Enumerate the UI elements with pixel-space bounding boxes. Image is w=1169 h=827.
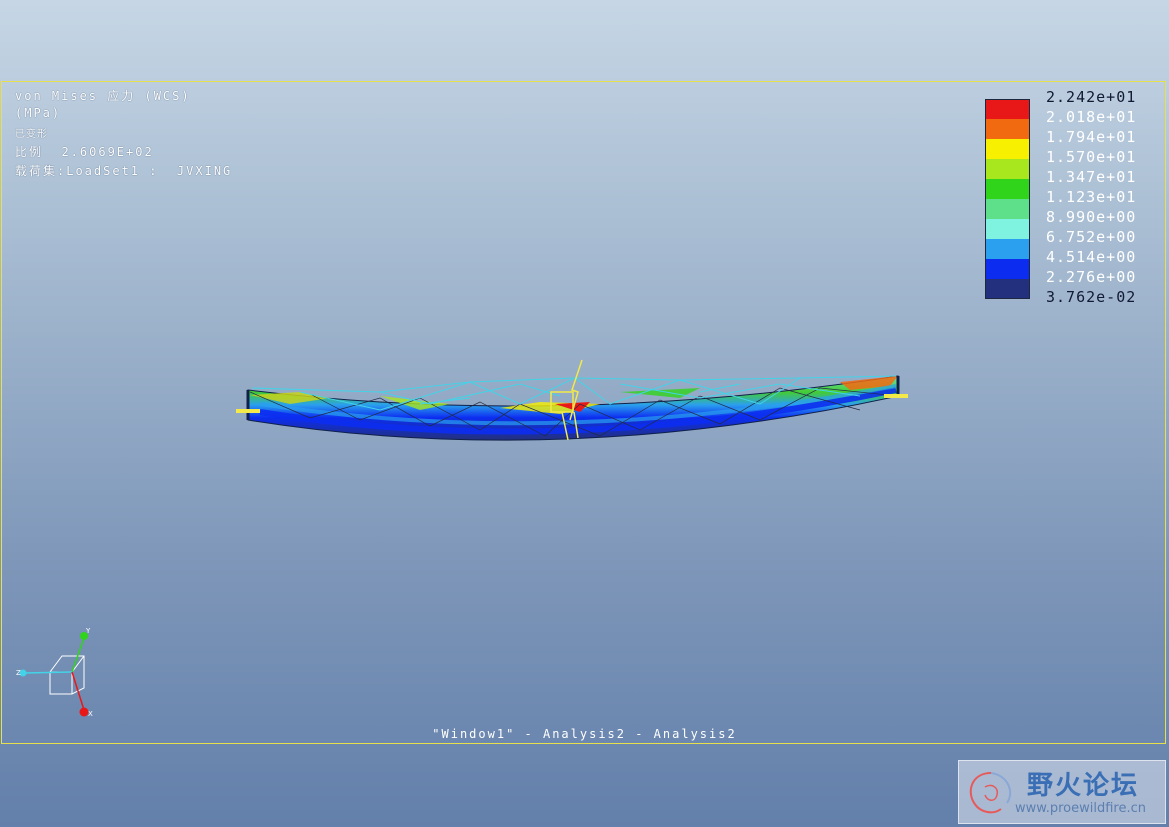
z-axis-label: Z	[16, 669, 21, 677]
constraint-marker-right	[884, 394, 908, 398]
coordinate-triad: Y Z X	[16, 627, 93, 718]
constraint-marker-left	[236, 409, 260, 413]
watermark: 野火论坛 www.proewildfire.cn	[958, 760, 1166, 824]
x-axis-label: X	[88, 710, 93, 718]
fem-model-view[interactable]: Y Z X	[0, 0, 1169, 827]
window-caption: "Window1" - Analysis2 - Analysis2	[432, 727, 737, 741]
watermark-url: www.proewildfire.cn	[1015, 801, 1146, 816]
y-axis-label: Y	[85, 627, 91, 635]
watermark-logo-icon	[969, 772, 1012, 814]
watermark-title: 野火论坛	[1027, 771, 1140, 801]
